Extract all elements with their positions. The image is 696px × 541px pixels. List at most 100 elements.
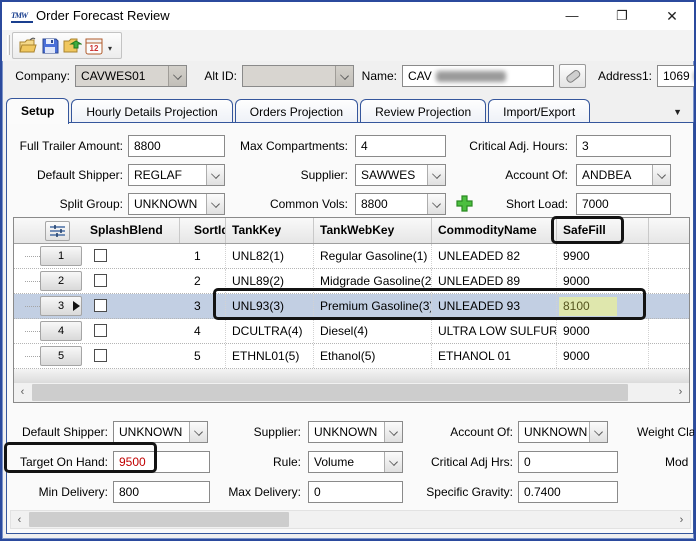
title-bar[interactable]: TMW Order Forecast Review — ❐ ✕ xyxy=(2,2,694,30)
splashblend-checkbox[interactable] xyxy=(94,349,107,362)
maximize-button[interactable]: ❐ xyxy=(600,2,644,30)
default-shipper-label: Default Shipper: xyxy=(11,164,123,186)
address1-field[interactable]: 1069 xyxy=(657,65,696,87)
row-header[interactable]: 5 xyxy=(40,346,82,366)
cell-commodityname: ETHANOL 01 xyxy=(432,344,557,368)
cell-tankkey: ETHNL01(5) xyxy=(226,344,314,368)
supplier2-combo[interactable]: UNKNOWN xyxy=(308,421,403,443)
tab-setup[interactable]: Setup xyxy=(6,98,69,124)
column-header-tankwebkey[interactable]: TankWebKey xyxy=(314,218,432,243)
chevron-down-icon xyxy=(384,452,402,472)
scrollbar-thumb[interactable] xyxy=(29,512,289,527)
row-header[interactable]: 2 xyxy=(40,271,82,291)
cell-tankwebkey: Ethanol(5) xyxy=(314,344,432,368)
page-horizontal-scrollbar[interactable]: ‹ › xyxy=(10,510,691,529)
chevron-down-icon xyxy=(652,165,670,185)
common-vols-combo[interactable]: 8800 xyxy=(355,193,446,215)
cell-tankkey: UNL89(2) xyxy=(226,269,314,293)
max-delivery-field[interactable]: 0 xyxy=(308,481,403,503)
default-shipper2-combo[interactable]: UNKNOWN xyxy=(113,421,208,443)
splashblend-checkbox[interactable] xyxy=(94,249,107,262)
minimize-button[interactable]: — xyxy=(550,2,594,30)
toolbar-grip[interactable] xyxy=(7,35,10,55)
account-of2-label: Account Of: xyxy=(403,421,513,443)
open-folder-icon[interactable] xyxy=(18,36,38,56)
critical-adj-hours-field[interactable]: 3 xyxy=(576,135,671,157)
column-header-splashblend[interactable]: SplashBlend xyxy=(84,218,180,243)
row-header[interactable]: 4 xyxy=(40,321,82,341)
account-of-combo[interactable]: ANDBEA xyxy=(576,164,671,186)
cell-tankkey: UNL82(1) xyxy=(226,244,314,268)
min-delivery-field[interactable]: 800 xyxy=(113,481,210,503)
cell-safefill: 9000 xyxy=(557,319,649,343)
company-value: CAVWES01 xyxy=(81,66,167,86)
current-row-arrow-icon xyxy=(73,301,80,311)
cell-sortid: 1 xyxy=(180,244,226,268)
scroll-right-icon[interactable]: › xyxy=(673,511,690,528)
table-row[interactable]: 5 5 ETHNL01(5) Ethanol(5) ETHANOL 01 900… xyxy=(14,344,689,369)
cell-safefill: 9900 xyxy=(557,244,649,268)
chevron-down-icon xyxy=(335,66,353,86)
cell-tankkey: UNL93(3) xyxy=(226,294,314,318)
splashblend-checkbox[interactable] xyxy=(94,299,107,312)
critical-adj-hrs-field[interactable]: 0 xyxy=(518,451,618,473)
eraser-icon[interactable] xyxy=(559,64,586,88)
scroll-left-icon[interactable]: ‹ xyxy=(11,511,28,528)
calendar-icon[interactable]: 12 xyxy=(84,36,104,56)
column-header-sortid[interactable]: SortId xyxy=(180,218,226,243)
export-folder-icon[interactable] xyxy=(62,36,82,56)
cell-sortid: 4 xyxy=(180,319,226,343)
tab-overflow-icon[interactable]: ▼ xyxy=(673,107,682,117)
splashblend-checkbox[interactable] xyxy=(94,274,107,287)
max-delivery-label: Max Delivery: xyxy=(198,481,301,503)
specific-gravity-field[interactable]: 0.7400 xyxy=(518,481,618,503)
column-header-commodityname[interactable]: CommodityName xyxy=(432,218,557,243)
table-row[interactable]: 2 2 UNL89(2) Midgrade Gasoline(2) UNLEAD… xyxy=(14,269,689,294)
rule-combo[interactable]: Volume xyxy=(308,451,403,473)
tab-import-export[interactable]: Import/Export xyxy=(488,99,590,123)
cell-safefill-highlighted[interactable]: 8100 xyxy=(559,297,617,316)
common-vols-label: Common Vols: xyxy=(233,193,348,215)
redacted-text xyxy=(436,71,506,82)
chevron-down-icon xyxy=(384,422,402,442)
default-shipper-combo[interactable]: REGLAF xyxy=(128,164,225,186)
toolbar-overflow-icon[interactable]: ▾ xyxy=(108,44,112,53)
close-button[interactable]: ✕ xyxy=(650,2,694,30)
setup-tab-page: Full Trailer Amount: 8800 Max Compartmen… xyxy=(6,122,694,534)
column-header-safefill[interactable]: SafeFill xyxy=(557,218,649,243)
max-compartments-field[interactable]: 4 xyxy=(355,135,446,157)
tab-hourly-details-projection[interactable]: Hourly Details Projection xyxy=(71,99,232,123)
scroll-right-icon[interactable]: › xyxy=(672,383,689,402)
name-field[interactable]: CAV xyxy=(402,65,554,87)
svg-text:12: 12 xyxy=(90,44,99,53)
account-of2-combo[interactable]: UNKNOWN xyxy=(518,421,608,443)
address1-label: Address1: xyxy=(590,65,652,87)
full-trailer-amount-field[interactable]: 8800 xyxy=(128,135,225,157)
supplier-combo[interactable]: SAWWES xyxy=(355,164,446,186)
company-combo[interactable]: CAVWES01 xyxy=(75,65,187,87)
grid-horizontal-scrollbar[interactable]: ‹ › xyxy=(14,382,689,402)
tab-review-projection[interactable]: Review Projection xyxy=(360,99,486,123)
scroll-left-icon[interactable]: ‹ xyxy=(14,383,31,402)
table-row-selected[interactable]: 3 3 UNL93(3) Premium Gasoline(3) UNLEADE… xyxy=(14,294,689,319)
column-chooser-icon[interactable] xyxy=(45,221,70,241)
alt-id-combo[interactable] xyxy=(242,65,354,87)
tanks-grid: SplashBlend SortId TankKey TankWebKey Co… xyxy=(13,217,690,403)
save-icon[interactable] xyxy=(40,36,60,56)
split-group-combo[interactable]: UNKNOWN xyxy=(128,193,225,215)
column-header-tankkey[interactable]: TankKey xyxy=(226,218,314,243)
company-label: Company: xyxy=(8,65,70,87)
short-load-field[interactable]: 7000 xyxy=(576,193,671,215)
row-header[interactable]: 1 xyxy=(40,246,82,266)
splashblend-checkbox[interactable] xyxy=(94,324,107,337)
table-row[interactable]: 1 1 UNL82(1) Regular Gasoline(1) UNLEADE… xyxy=(14,244,689,269)
rule-label: Rule: xyxy=(198,451,301,473)
target-on-hand-field[interactable]: 9500 xyxy=(113,451,210,473)
grid-empty-area xyxy=(14,369,689,383)
scrollbar-thumb[interactable] xyxy=(32,384,628,401)
table-row[interactable]: 4 4 DCULTRA(4) Diesel(4) ULTRA LOW SULFU… xyxy=(14,319,689,344)
weight-class-label: Weight Cla xyxy=(637,421,696,443)
critical-adj-hrs-label: Critical Adj Hrs: xyxy=(403,451,513,473)
supplier-value: SAWWES xyxy=(361,165,426,185)
tab-orders-projection[interactable]: Orders Projection xyxy=(235,99,358,123)
